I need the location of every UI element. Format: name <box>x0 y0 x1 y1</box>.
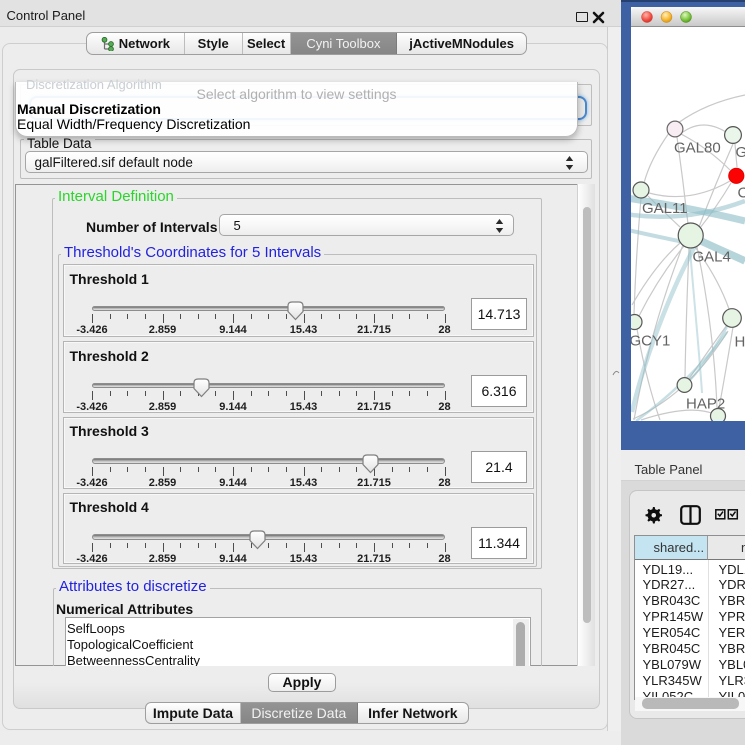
svg-text:HAP2: HAP2 <box>686 396 725 413</box>
svg-text:H: H <box>735 334 745 351</box>
svg-text:C: C <box>738 185 745 202</box>
svg-text:GAL4: GAL4 <box>693 249 731 266</box>
svg-text:GCY1: GCY1 <box>631 333 670 350</box>
svg-text:GAL80: GAL80 <box>674 140 721 157</box>
svg-text:GA: GA <box>736 144 745 161</box>
svg-text:GAL11: GAL11 <box>642 200 688 217</box>
